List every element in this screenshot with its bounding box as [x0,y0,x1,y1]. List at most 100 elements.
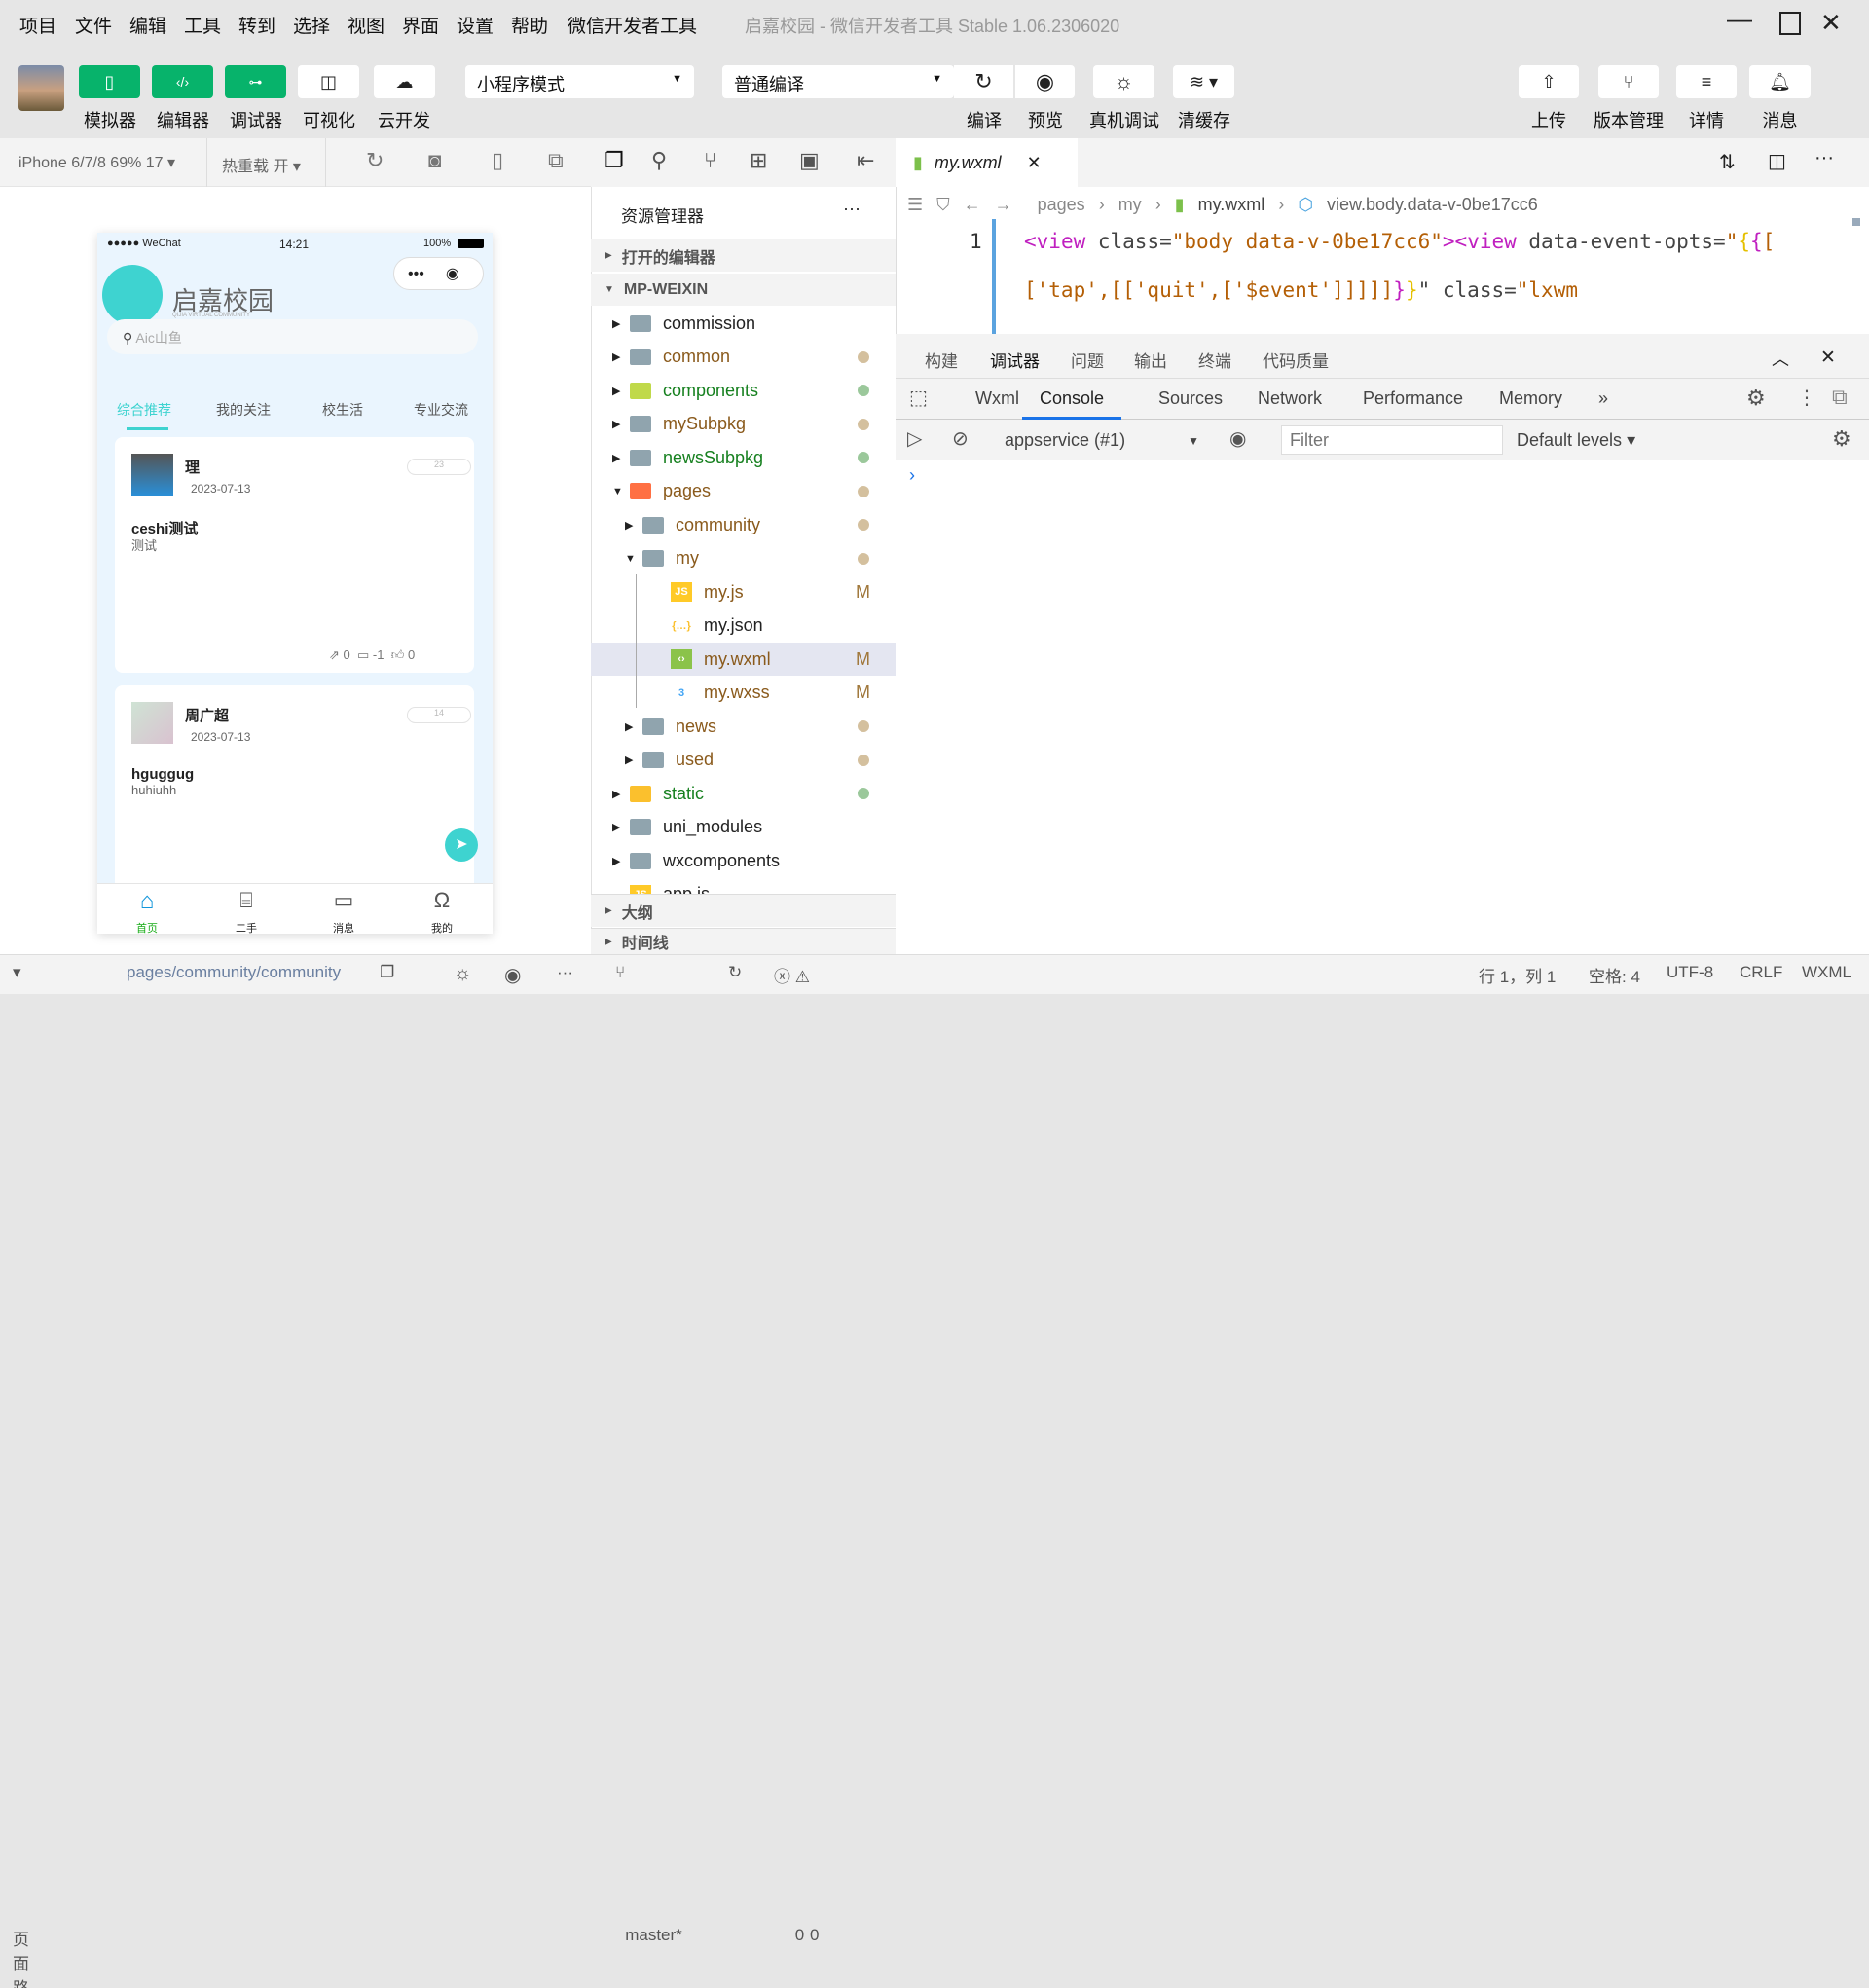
console-prompt[interactable]: › [909,465,915,486]
sync-icon[interactable]: ↻ [728,963,742,982]
detach-window-icon[interactable]: ⧉ [548,148,564,173]
console-filter-input[interactable] [1281,425,1503,455]
chevron-down-icon[interactable]: ▼ [612,486,630,497]
chevron-right-icon[interactable]: ▶ [625,754,642,766]
debugger-button[interactable]: ⊶ [225,65,286,98]
tab-major-exchange[interactable]: 专业交流 [414,400,468,420]
compile-button[interactable]: ↻ [954,65,1013,98]
mode-select[interactable]: 小程序模式 ▼ [465,65,694,98]
inspect-element-icon[interactable]: ⬚ [909,386,928,410]
cloud-button[interactable]: ☁ [374,65,435,98]
share-icon[interactable]: ⇗ [329,647,340,662]
editor-button[interactable]: ‹/› [152,65,213,98]
remote-debug-button[interactable]: ☼ [1093,65,1154,98]
menu-select[interactable]: 选择 [293,12,330,38]
dock-icon[interactable]: ⧉ [1832,385,1848,410]
tree-item[interactable]: ▶ community [591,508,896,541]
tab-network[interactable]: Network [1258,388,1322,409]
menu-file[interactable]: 文件 [75,12,112,38]
device-select[interactable]: iPhone 6/7/8 69% 17 ▾ [18,153,175,172]
stop-icon[interactable]: ◙ [428,148,441,173]
chevron-up-icon[interactable]: ︿ [1772,346,1789,371]
close-circle-icon[interactable]: ◉ [446,266,459,282]
chevron-right-icon[interactable]: ▶ [612,317,630,330]
tab-problems[interactable]: 问题 [1071,348,1104,372]
tree-item[interactable]: ▶ commission [591,307,896,340]
tab-code-quality[interactable]: 代码质量 [1263,348,1329,372]
breadcrumb-pages[interactable]: pages [1038,195,1085,215]
tree-item[interactable]: ▶ static [591,777,896,810]
menu-devtools[interactable]: 微信开发者工具 [568,12,697,38]
maximize-button[interactable] [1779,12,1801,35]
encoding[interactable]: UTF-8 [1667,963,1713,982]
tab-terminal[interactable]: 终端 [1198,348,1231,372]
project-root-section[interactable]: ▼ MP-WEIXIN [591,274,896,306]
hot-reload-toggle[interactable]: 热重载 开 ▾ [222,153,301,176]
chevron-right-icon[interactable]: ▶ [612,418,630,430]
breadcrumb-file[interactable]: my.wxml [1198,195,1265,215]
tab-memory[interactable]: Memory [1499,388,1562,409]
breadcrumb-element[interactable]: view.body.data-v-0be17cc6 [1327,195,1538,215]
tree-item[interactable]: ▶ news [591,710,896,743]
menu-interface[interactable]: 界面 [402,12,439,38]
kebab-menu-icon[interactable]: ⋮ [1797,386,1816,410]
tabbar-home[interactable]: 首页 [118,920,176,934]
project-avatar[interactable] [18,65,64,111]
indentation[interactable]: 空格: 4 [1589,963,1640,987]
split-editor-icon[interactable]: ◫ [1768,149,1786,173]
more-icon[interactable]: ··· [557,963,573,982]
publish-fab[interactable]: ➤ [445,828,478,862]
line-ending[interactable]: CRLF [1740,963,1782,982]
menu-tools[interactable]: 工具 [184,12,221,38]
tabbar-mine[interactable]: 我的 [413,920,471,934]
menu-help[interactable]: 帮助 [511,12,548,38]
simulator-button[interactable]: ▯ [79,65,140,98]
upload-button[interactable]: ⇧ [1519,65,1579,98]
language-mode[interactable]: WXML [1802,963,1851,982]
message-icon[interactable]: ▭ [314,888,373,913]
tree-item[interactable]: ▶ used [591,744,896,777]
version-button[interactable]: ⑂ [1598,65,1659,98]
tree-item[interactable]: ▶ components [591,374,896,407]
tree-item[interactable]: ▶ mySubpkg [591,408,896,441]
chevron-right-icon[interactable]: ▶ [612,821,630,833]
outline-list-icon[interactable]: ☰ [907,195,923,215]
live-expression-eye-icon[interactable]: ◉ [1229,426,1246,451]
clear-cache-button[interactable]: ≋ ▾ [1173,65,1234,98]
settings-gear-icon[interactable]: ⚙ [1746,386,1766,411]
timeline-section[interactable]: ▶ 时间线 [591,928,896,954]
chevron-right-icon[interactable]: ▶ [612,385,630,397]
visual-button[interactable]: ◫ [298,65,359,98]
cursor-position[interactable]: 行 1，列 1 [1479,963,1556,987]
menu-settings[interactable]: 设置 [457,12,494,38]
tab-wxml[interactable]: Wxml [975,388,1019,409]
tab-console[interactable]: Console [1022,379,1122,420]
post-card[interactable]: 理 2023-07-13 23 ceshi测试 测试 ⇗ 0 ▭ -1 👍︎ 0 [115,437,474,673]
collapse-sidebar-icon[interactable]: ⇤ [857,148,874,173]
outline-section[interactable]: ▶ 大纲 [591,894,896,927]
menu-view[interactable]: 视图 [348,12,385,38]
tree-item[interactable]: ▼ my [591,542,896,575]
tab-recommended[interactable]: 综合推荐 [117,400,171,420]
bookmark-icon[interactable]: ⛉ [936,195,950,215]
chevron-down-icon[interactable]: ▼ [625,553,642,565]
compare-icon[interactable]: ⇅ [1719,150,1736,174]
problems-indicator[interactable]: ⓧ 0 ⚠ 0 [774,963,819,1944]
tab-campus-life[interactable]: 校生活 [322,400,363,420]
restart-icon[interactable]: ↻ [366,148,384,173]
shop-icon[interactable]: ⌸ [217,888,275,913]
chevron-right-icon[interactable]: ▶ [612,452,630,464]
eye-icon[interactable]: ◉ [504,963,521,987]
files-icon[interactable]: ❐ [605,148,624,173]
sidebar-toggle-icon[interactable]: ▷ [907,426,922,451]
post-card[interactable]: 周广超 2023-07-13 14 hguggug huhiuhh [115,685,474,900]
chevron-right-icon[interactable]: ▶ [625,720,642,733]
phone-preview-icon[interactable]: ▯ [492,148,503,173]
more-icon[interactable]: ··· [843,199,861,219]
extensions-icon[interactable]: ⊞ [750,148,767,173]
like-icon[interactable]: 👍︎ [391,647,405,662]
tabbar-secondhand[interactable]: 二手 [217,920,275,934]
tab-debugger[interactable]: 调试器 [990,348,1040,382]
tab-output[interactable]: 输出 [1134,348,1167,372]
chevron-right-icon[interactable]: ▶ [612,350,630,363]
